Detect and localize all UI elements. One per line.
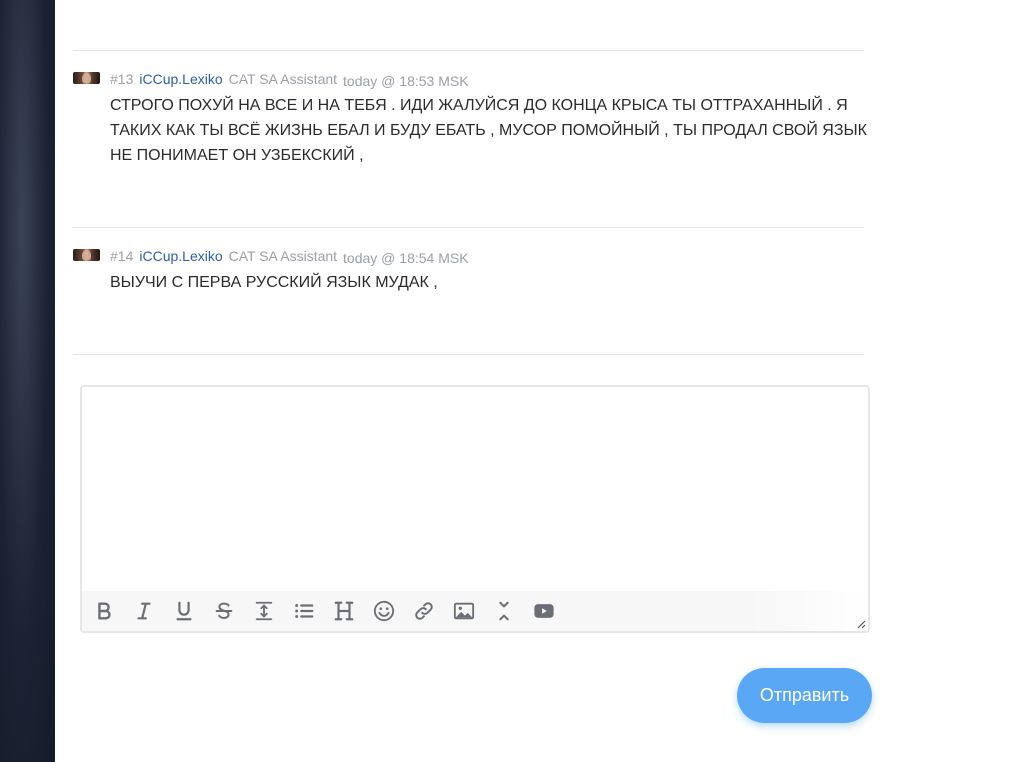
username-link[interactable]: iCCup.Lexiko — [139, 71, 222, 87]
collapse-icon[interactable] — [492, 599, 516, 623]
post-number[interactable]: #13 — [110, 71, 133, 87]
image-icon[interactable] — [452, 599, 476, 623]
user-avatar[interactable] — [73, 72, 100, 84]
page-background-left — [0, 0, 55, 762]
resize-grip-icon[interactable] — [856, 619, 866, 629]
youtube-icon[interactable] — [532, 599, 556, 623]
emoji-icon[interactable] — [372, 599, 396, 623]
user-avatar[interactable] — [73, 249, 100, 261]
username-link[interactable]: iCCup.Lexiko — [139, 248, 222, 264]
list-icon[interactable] — [292, 599, 316, 623]
post-divider — [73, 50, 864, 51]
line-height-icon[interactable] — [252, 599, 276, 623]
user-role: CAT SA Assistant — [228, 248, 338, 264]
post-message: СТРОГО ПОХУЙ НА ВСЕ И НА ТЕБЯ . ИДИ ЖАЛУ… — [110, 97, 867, 164]
post-meta: #14 iCCup.Lexiko CAT SA Assistant today @ 1… — [110, 248, 469, 266]
strikethrough-icon[interactable] — [212, 599, 236, 623]
bold-icon[interactable] — [92, 599, 116, 623]
thread-content: #13 iCCup.Lexiko CAT SA Assistant today @ 1… — [55, 0, 1017, 762]
post-number[interactable]: #14 — [110, 248, 133, 264]
italic-icon[interactable] — [132, 599, 156, 623]
editor-toolbar — [82, 591, 868, 631]
post-message: ВЫУЧИ С ПЕРВА РУССКИЙ ЯЗЫК МУДАК , — [110, 274, 438, 291]
post-time: today @ 18:53 MSK — [343, 73, 469, 89]
user-role: CAT SA Assistant — [228, 71, 338, 87]
send-button[interactable]: Отправить — [737, 668, 872, 723]
underline-icon[interactable] — [172, 599, 196, 623]
heading-icon[interactable] — [332, 599, 356, 623]
reply-editor — [80, 385, 870, 633]
post-divider — [73, 227, 864, 228]
post-time: today @ 18:54 MSK — [343, 250, 469, 266]
post-meta: #13 iCCup.Lexiko CAT SA Assistant today @ 1… — [110, 71, 469, 89]
link-icon[interactable] — [412, 599, 436, 623]
post-divider — [73, 354, 864, 355]
reply-textarea[interactable] — [82, 387, 868, 592]
